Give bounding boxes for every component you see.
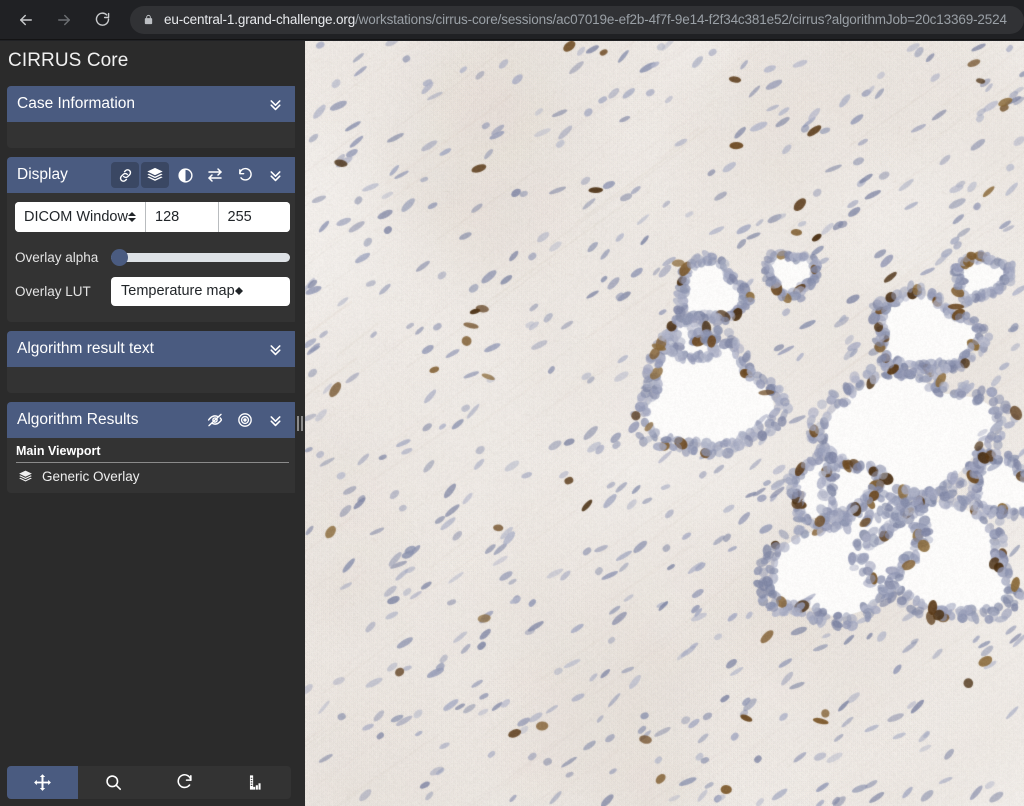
browser-chrome: eu-central-1.grand-challenge.org/worksta…: [0, 0, 1024, 40]
chevron-updown-icon: [128, 212, 136, 222]
contrast-icon: [177, 167, 193, 183]
case-information-header[interactable]: Case Information: [7, 86, 298, 122]
zoom-tool-button[interactable]: [78, 766, 149, 799]
lock-icon: [143, 13, 154, 26]
window-width-input[interactable]: 255: [218, 202, 290, 232]
panel-splitter[interactable]: [295, 41, 305, 806]
link-icon: [119, 168, 131, 182]
case-information-header-icons: [261, 91, 289, 117]
algorithm-results-body: Main Viewport Generic Overlay: [7, 438, 298, 493]
arrow-right-icon: [58, 14, 70, 25]
reload-button[interactable]: [85, 3, 119, 37]
reload-icon: [95, 12, 109, 26]
window-width-value: 255: [227, 209, 252, 225]
target-icon: [238, 413, 252, 427]
chevron-double-down-icon: [269, 415, 281, 426]
viewport-group-label: Main Viewport: [16, 442, 289, 463]
move-arrows-icon: [34, 774, 51, 791]
layers-icon: [147, 167, 163, 181]
display-title: Display: [17, 166, 68, 183]
algorithm-result-text-title: Algorithm result text: [17, 340, 154, 357]
ruler-icon: [249, 775, 261, 790]
slider-track: [111, 252, 290, 262]
algorithm-result-text-collapse-button[interactable]: [261, 336, 289, 362]
panel-case-information: Case Information: [7, 86, 298, 148]
eye-slash-icon: [207, 413, 223, 427]
toggle-layers-button[interactable]: [141, 162, 169, 188]
algorithm-results-header: Algorithm Results: [7, 402, 298, 438]
back-button[interactable]: [9, 3, 43, 37]
arrow-left-icon: [20, 14, 32, 25]
case-information-title: Case Information: [17, 95, 136, 112]
address-bar[interactable]: eu-central-1.grand-challenge.org/worksta…: [130, 5, 1024, 34]
magnifier-icon: [106, 775, 122, 791]
histology-canvas: [305, 41, 1024, 806]
toggle-overlay-visibility-button[interactable]: [201, 407, 229, 433]
reset-icon: [238, 167, 252, 181]
window-center-value: 128: [155, 209, 180, 225]
display-header-icons: [111, 162, 289, 188]
overlay-alpha-row: Overlay alpha: [15, 243, 290, 271]
overlay-lut-select[interactable]: Temperature map: [111, 276, 290, 306]
chevron-double-down-icon: [269, 344, 281, 355]
overlay-alpha-label: Overlay alpha: [15, 249, 99, 265]
algorithm-results-header-icons: [201, 407, 289, 433]
window-preset-select[interactable]: DICOM Window: [15, 202, 146, 232]
cirrus-app: CIRRUS Core Case Information Display DIC…: [0, 41, 1024, 806]
overlay-item-label: Generic Overlay: [42, 469, 140, 484]
measure-tool-button[interactable]: [220, 766, 291, 799]
chevron-updown-icon: [234, 287, 243, 295]
chevron-double-down-icon: [269, 99, 281, 110]
display-collapse-button[interactable]: [261, 162, 289, 188]
main-viewport[interactable]: [305, 41, 1024, 806]
url-host: eu-central-1.grand-challenge.org: [164, 12, 356, 27]
rotate-tool-button[interactable]: [149, 766, 220, 799]
rotate-cw-icon: [177, 774, 192, 789]
reset-display-button[interactable]: [231, 162, 259, 188]
swap-arrows-icon: [208, 168, 222, 182]
url-text: eu-central-1.grand-challenge.org/worksta…: [164, 12, 1007, 27]
overlay-lut-label: Overlay LUT: [15, 283, 91, 299]
viewport-toolbar: [7, 766, 291, 799]
window-center-input[interactable]: 128: [146, 202, 219, 232]
histology-image: [305, 41, 1024, 806]
algorithm-results-collapse-button[interactable]: [261, 407, 289, 433]
display-body: DICOM Window 128 255 Overlay alpha Overl…: [7, 193, 298, 322]
algorithm-results-title: Algorithm Results: [17, 411, 139, 428]
overlay-lut-value: Temperature map: [121, 283, 235, 299]
chevron-double-down-icon: [269, 170, 281, 181]
page-title: CIRRUS Core: [0, 41, 305, 81]
focus-overlay-button[interactable]: [231, 407, 259, 433]
layers-icon: [19, 470, 32, 482]
pan-tool-button[interactable]: [7, 766, 78, 799]
panel-algorithm-results: Algorithm Results Main Viewport Generic …: [7, 402, 298, 493]
list-item[interactable]: Generic Overlay: [7, 463, 298, 486]
window-preset-value: DICOM Window: [24, 209, 128, 225]
contrast-button[interactable]: [171, 162, 199, 188]
algorithm-result-text-body: [7, 367, 298, 393]
case-information-body: [7, 122, 298, 148]
overlay-lut-row: Overlay LUT Temperature map: [15, 276, 290, 306]
display-header: Display: [7, 157, 298, 193]
case-information-collapse-button[interactable]: [261, 91, 289, 117]
url-path: /workstations/cirrus-core/sessions/ac070…: [355, 12, 1007, 27]
overlay-alpha-slider[interactable]: [111, 248, 290, 266]
link-views-button[interactable]: [111, 162, 139, 188]
sidebar: Case Information Display DICOM Window 12…: [0, 81, 305, 806]
panel-algorithm-result-text: Algorithm result text: [7, 331, 298, 393]
algorithm-result-text-header[interactable]: Algorithm result text: [7, 331, 298, 367]
grip-vertical-icon: [297, 416, 303, 431]
slider-thumb[interactable]: [111, 248, 128, 266]
algorithm-result-text-header-icons: [261, 336, 289, 362]
panel-display: Display DICOM Window 128 255 Overlay alp…: [7, 157, 298, 322]
forward-button[interactable]: [47, 3, 81, 37]
swap-channels-button[interactable]: [201, 162, 229, 188]
window-level-field-group: DICOM Window 128 255: [15, 202, 290, 232]
